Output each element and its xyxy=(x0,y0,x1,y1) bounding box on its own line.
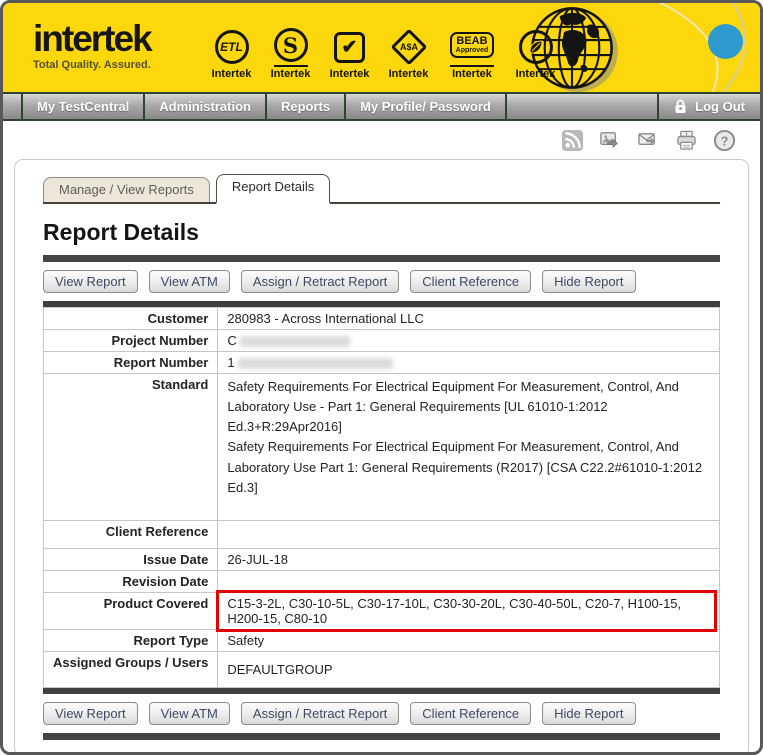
assigned-groups-label: Assigned Groups / Users xyxy=(42,650,219,688)
page-title: Report Details xyxy=(43,219,199,245)
table-row: Report Type Safety xyxy=(42,628,720,652)
mail-send-icon[interactable] xyxy=(637,129,660,152)
menu-item-my-testcentral[interactable]: My TestCentral xyxy=(23,94,146,119)
view-atm-button[interactable]: View ATM xyxy=(148,701,230,725)
s-mark: S Intertek xyxy=(267,27,314,80)
report-details-table-wrap: Customer 280983 - Across International L… xyxy=(42,301,720,694)
project-number-label: Project Number xyxy=(42,329,219,352)
action-buttons-top: View Report View ATM Assign / Retract Re… xyxy=(43,270,720,293)
assigned-groups-value: DEFAULTGROUP xyxy=(217,650,720,688)
table-row: Product Covered C15-3-2L, C30-10-5L, C30… xyxy=(42,589,720,632)
view-report-button[interactable]: View Report xyxy=(43,270,138,293)
beab-mark: BEAB Approved Intertek xyxy=(444,27,500,80)
assign-retract-report-button[interactable]: Assign / Retract Report xyxy=(240,701,400,725)
table-bottom-bar xyxy=(43,687,720,694)
redacted-value xyxy=(239,336,350,348)
intertek-logo-text: intertek xyxy=(33,18,153,59)
rss-icon[interactable] xyxy=(561,129,584,152)
blue-dot-decoration xyxy=(708,24,743,59)
testcentral-page: intertek Total Quality. Assured. ETL Int… xyxy=(0,0,763,755)
etl-circle-icon: ETL xyxy=(214,30,249,64)
report-type-label: Report Type xyxy=(42,628,219,652)
client-reference-label: Client Reference xyxy=(42,519,219,549)
etl-mark: ETL Intertek xyxy=(208,27,255,80)
standard-value: Safety Requirements For Electrical Equip… xyxy=(217,373,720,521)
revision-date-label: Revision Date xyxy=(42,569,219,593)
menu-spacer xyxy=(507,94,660,119)
view-atm-button[interactable]: View ATM xyxy=(148,270,230,293)
divider-bar xyxy=(43,255,720,262)
table-row: Report Number 1 xyxy=(42,351,720,374)
logout-label: Log Out xyxy=(695,99,745,114)
quality-check-mark: ✔ Intertek xyxy=(326,27,373,80)
issue-date-label: Issue Date xyxy=(42,547,219,571)
content-card: Manage / View Reports Report Details Rep… xyxy=(14,159,749,752)
menu-stub xyxy=(3,94,23,119)
menu-item-reports[interactable]: Reports xyxy=(267,94,347,119)
icon-toolbar: ? xyxy=(3,121,760,159)
product-covered-label: Product Covered xyxy=(42,591,219,630)
logout-button[interactable]: Log Out xyxy=(659,94,760,119)
report-number-label: Report Number xyxy=(42,351,219,374)
table-row: Standard Safety Requirements For Electri… xyxy=(42,373,720,521)
customer-label: Customer xyxy=(42,307,219,330)
hide-report-button[interactable]: Hide Report xyxy=(542,701,636,725)
tab-manage-view-reports[interactable]: Manage / View Reports xyxy=(43,177,210,202)
lock-icon xyxy=(675,99,686,113)
tab-report-details[interactable]: Report Details xyxy=(215,174,331,204)
intertek-logo: intertek Total Quality. Assured. xyxy=(33,18,153,71)
tab-bar: Manage / View Reports Report Details xyxy=(43,174,720,204)
brand-tagline: Total Quality. Assured. xyxy=(33,59,151,71)
report-number-value: 1 xyxy=(217,351,720,374)
table-row: Client Reference xyxy=(42,519,720,549)
revision-date-value xyxy=(217,569,720,593)
menu-item-administration[interactable]: Administration xyxy=(145,94,267,119)
table-row: Issue Date 26-JUL-18 xyxy=(42,547,720,571)
divider-bar xyxy=(43,732,720,740)
client-reference-button[interactable]: Client Reference xyxy=(410,270,532,293)
print-icon[interactable] xyxy=(675,129,698,152)
table-row: Customer 280983 - Across International L… xyxy=(42,307,720,330)
hide-report-button[interactable]: Hide Report xyxy=(542,270,636,293)
assign-retract-report-button[interactable]: Assign / Retract Report xyxy=(240,270,400,293)
standard-label: Standard xyxy=(42,373,219,521)
svg-text:?: ? xyxy=(721,134,729,148)
masthead: intertek Total Quality. Assured. ETL Int… xyxy=(3,3,760,92)
view-report-button[interactable]: View Report xyxy=(43,701,138,725)
standard-line-1: Safety Requirements For Electrical Equip… xyxy=(227,379,679,435)
beab-approved-icon: BEAB Approved xyxy=(449,32,495,58)
asta-mark: A$A Intertek xyxy=(385,27,432,80)
report-type-value: Safety xyxy=(217,628,720,652)
table-row: Revision Date xyxy=(42,569,720,593)
check-square-icon: ✔ xyxy=(334,31,365,63)
certification-marks: ETL Intertek S Intertek ✔ Intertek A$A I… xyxy=(208,27,559,80)
client-reference-value xyxy=(217,519,720,549)
eco-mark: Intertek xyxy=(512,27,559,80)
leaf-circle-icon xyxy=(518,30,553,64)
report-details-table: Customer 280983 - Across International L… xyxy=(42,307,720,688)
image-forward-icon[interactable] xyxy=(599,129,622,152)
standard-line-2: Safety Requirements For Electrical Equip… xyxy=(227,439,703,495)
table-row: Project Number C xyxy=(42,329,720,352)
product-covered-value: C15-3-2L, C30-10-5L, C30-17-10L, C30-30-… xyxy=(216,589,720,632)
menu-item-profile-password[interactable]: My Profile/ Password xyxy=(346,94,507,119)
customer-value: 280983 - Across International LLC xyxy=(217,307,720,330)
main-menu: My TestCentral Administration Reports My… xyxy=(3,92,760,121)
s-circle-icon: S xyxy=(273,28,308,62)
project-number-value: C xyxy=(217,329,720,352)
redacted-value xyxy=(237,358,393,370)
asta-diamond-icon: A$A xyxy=(390,28,427,66)
client-reference-button[interactable]: Client Reference xyxy=(410,701,532,725)
table-row: Assigned Groups / Users DEFAULTGROUP xyxy=(42,650,720,688)
action-buttons-bottom: View Report View ATM Assign / Retract Re… xyxy=(43,701,720,725)
help-icon[interactable]: ? xyxy=(713,129,736,152)
issue-date-value: 26-JUL-18 xyxy=(217,547,720,571)
